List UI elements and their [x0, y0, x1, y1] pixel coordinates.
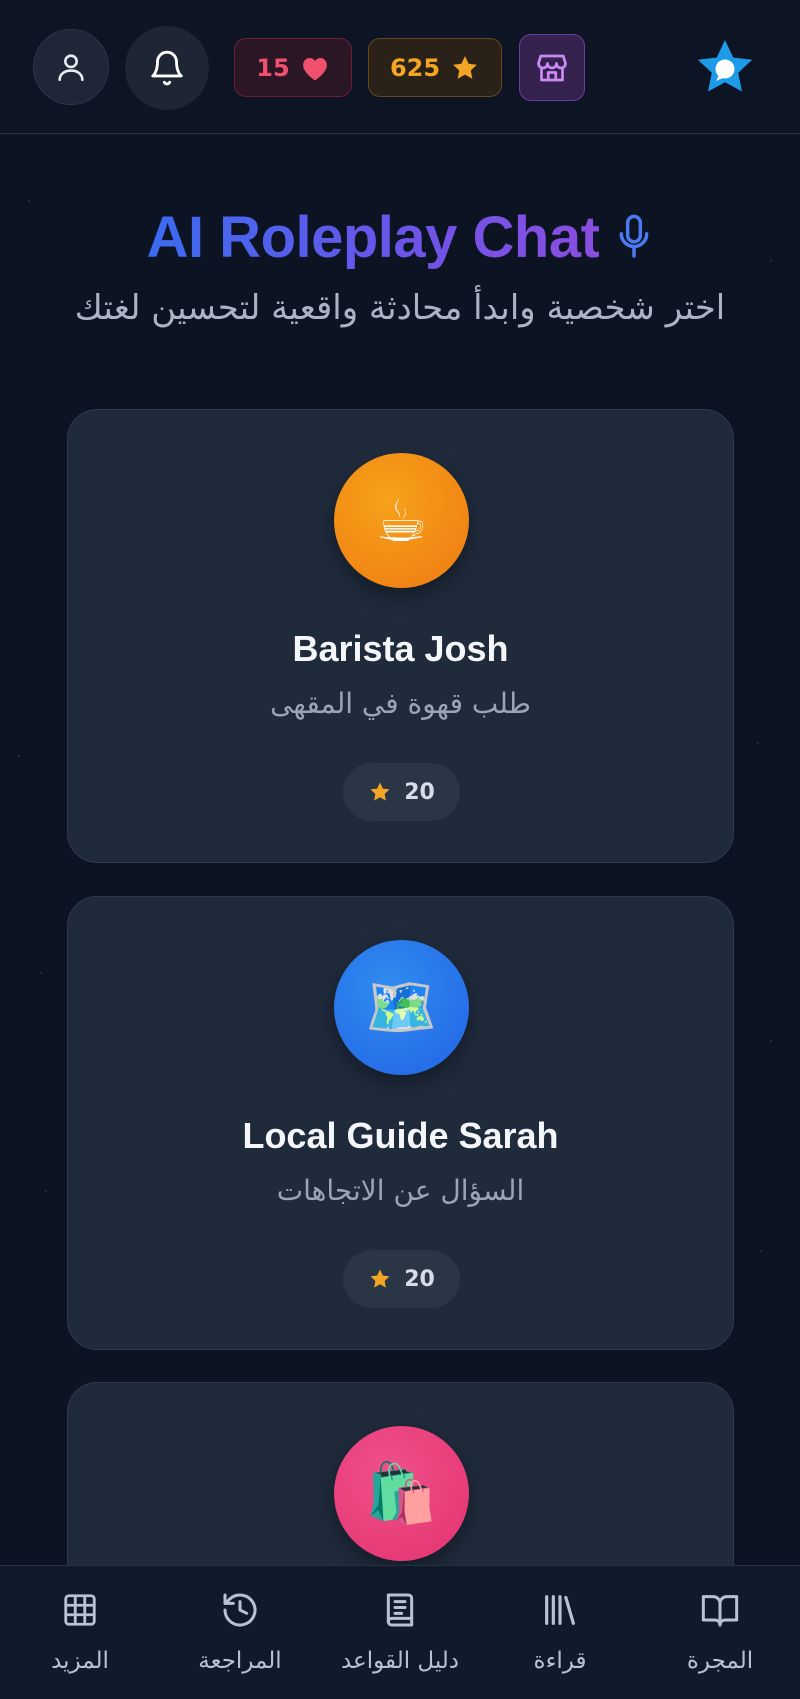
bell-icon: [151, 50, 183, 86]
character-card[interactable]: ☕ Barista Josh طلب قهوة في المقهى 20: [67, 409, 734, 863]
star-icon: [370, 1269, 390, 1288]
bottom-nav: المزيد المراجعة دليل القواعد قراءة المجر…: [0, 1565, 800, 1699]
grid-icon: [64, 1594, 96, 1626]
microphone-icon: [620, 214, 649, 258]
book-text-icon: [386, 1593, 414, 1627]
star-icon: [370, 782, 390, 801]
reward-badge: 20: [343, 1250, 460, 1308]
user-icon: [58, 54, 84, 82]
heart-icon: [302, 57, 327, 80]
app-root: 15 625 AI Roleplay Chat اختر شخصية وابدأ…: [0, 0, 800, 1699]
shopping-bags-icon: 🛍️: [334, 1426, 469, 1561]
page-header: AI Roleplay Chat: [0, 202, 800, 272]
notifications-button[interactable]: [125, 26, 209, 110]
profile-button[interactable]: [33, 29, 109, 105]
hearts-count: 15: [256, 53, 290, 82]
character-card[interactable]: 🗺️ Local Guide Sarah السؤال عن الاتجاهات…: [67, 896, 734, 1350]
hearts-counter[interactable]: 15: [234, 38, 352, 97]
page-subtitle: اختر شخصية وابدأ محادثة واقعية لتحسين لغ…: [74, 288, 726, 328]
nav-item-more[interactable]: المزيد: [0, 1566, 160, 1699]
nav-label: المجرة: [686, 1648, 754, 1674]
nav-item-grammar-guide[interactable]: دليل القواعد: [320, 1566, 480, 1699]
nav-label: قراءة: [533, 1648, 587, 1674]
open-book-icon: [701, 1595, 739, 1627]
character-name: Local Guide Sarah: [242, 1115, 559, 1156]
stars-counter[interactable]: 625: [368, 38, 502, 97]
reward-value: 20: [404, 779, 435, 805]
top-bar: 15 625: [0, 0, 800, 134]
character-description: طلب قهوة في المقهى: [270, 687, 531, 720]
star-icon: [453, 55, 477, 79]
app-logo[interactable]: [694, 38, 756, 96]
nav-item-reading[interactable]: قراءة: [480, 1566, 640, 1699]
coffee-icon: ☕: [334, 453, 469, 588]
nav-label: المزيد: [51, 1648, 109, 1674]
page-title: AI Roleplay Chat: [146, 204, 600, 270]
nav-label: المراجعة: [198, 1648, 282, 1674]
store-button[interactable]: [519, 34, 585, 101]
library-icon: [545, 1595, 575, 1625]
store-icon: [537, 54, 567, 81]
stars-count: 625: [389, 53, 441, 82]
character-name: Barista Josh: [292, 628, 509, 669]
nav-label: دليل القواعد: [340, 1648, 460, 1674]
nav-item-galaxy[interactable]: المجرة: [640, 1566, 800, 1699]
history-icon: [223, 1593, 257, 1627]
reward-badge: 20: [343, 763, 460, 821]
map-icon: 🗺️: [334, 940, 469, 1075]
nav-item-review[interactable]: المراجعة: [160, 1566, 320, 1699]
character-description: السؤال عن الاتجاهات: [276, 1174, 525, 1207]
reward-value: 20: [404, 1266, 435, 1292]
